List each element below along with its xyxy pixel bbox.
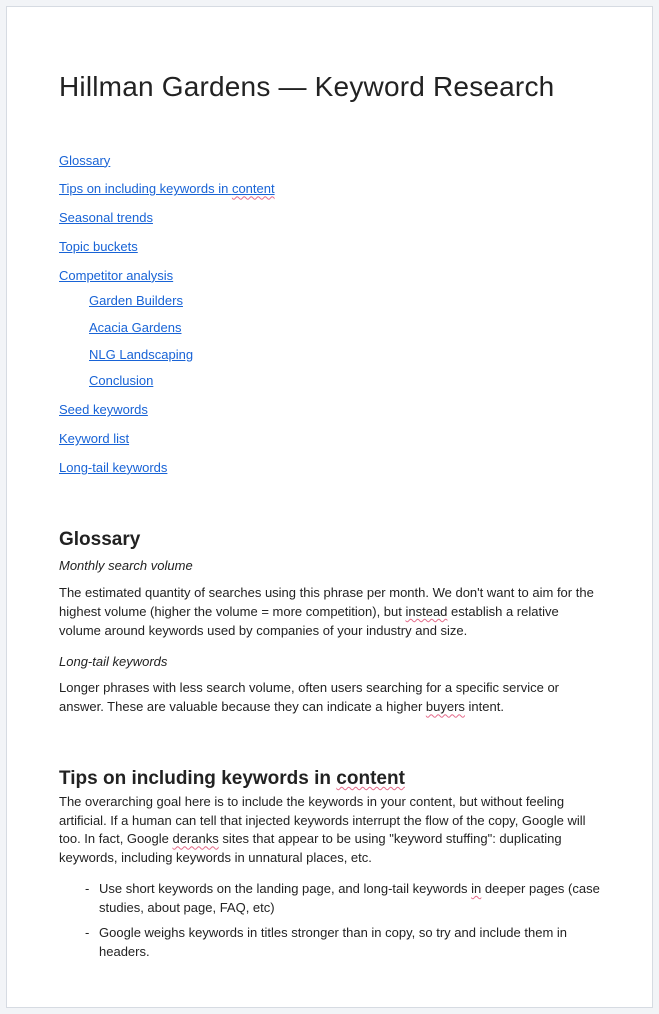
toc-item: Competitor analysis Garden Builders Acac… [59,267,600,391]
toc-link-garden-builders[interactable]: Garden Builders [89,293,183,308]
toc-item: Seed keywords [59,401,600,420]
toc-subitem: Garden Builders [89,292,600,311]
toc-link-acacia[interactable]: Acacia Gardens [89,320,182,335]
spellcheck-word: deranks [172,831,218,846]
toc-link-text: Tips on including keywords in [59,181,232,196]
toc-subitem: Conclusion [89,372,600,391]
body-text: intent. [465,699,504,714]
tips-bullet-list: Use short keywords on the landing page, … [85,880,600,961]
toc-link-competitor[interactable]: Competitor analysis [59,268,173,283]
toc-link-glossary[interactable]: Glossary [59,153,110,168]
spellcheck-word: content [336,768,405,789]
toc-link-conclusion[interactable]: Conclusion [89,373,153,388]
glossary-term-label: Long-tail keywords [59,653,600,672]
toc-link-nlg[interactable]: NLG Landscaping [89,347,193,362]
heading-text: Tips on including keywords in [59,768,336,789]
tips-body: The overarching goal here is to include … [59,793,600,868]
toc-link-topic-buckets[interactable]: Topic buckets [59,239,138,254]
document-page: Hillman Gardens — Keyword Research Gloss… [6,6,653,1008]
table-of-contents: Glossary Tips on including keywords in c… [59,152,600,478]
spellcheck-word: instead [405,604,447,619]
toc-link-keyword-list[interactable]: Keyword list [59,431,129,446]
toc-subitem: Acacia Gardens [89,319,600,338]
list-item: Use short keywords on the landing page, … [85,880,600,918]
toc-link-seed[interactable]: Seed keywords [59,402,148,417]
section-heading-tips: Tips on including keywords in content [59,765,600,793]
glossary-term-label: Monthly search volume [59,557,600,576]
list-item: Google weighs keywords in titles stronge… [85,924,600,962]
page-title: Hillman Gardens — Keyword Research [59,67,600,108]
toc-item: Keyword list [59,430,600,449]
section-heading-glossary: Glossary [59,526,600,554]
toc-link-tips[interactable]: Tips on including keywords in content [59,181,275,196]
glossary-term-body: Longer phrases with less search volume, … [59,679,600,717]
toc-subitem: NLG Landscaping [89,346,600,365]
spellcheck-word: in [471,881,481,896]
body-text: Use short keywords on the landing page, … [99,881,471,896]
spellcheck-word: content [232,181,275,196]
toc-link-long-tail[interactable]: Long-tail keywords [59,460,167,475]
document-viewport: Hillman Gardens — Keyword Research Gloss… [0,0,659,1014]
spellcheck-word: buyers [426,699,465,714]
toc-item: Topic buckets [59,238,600,257]
toc-sublist: Garden Builders Acacia Gardens NLG Lands… [89,292,600,391]
toc-link-seasonal[interactable]: Seasonal trends [59,210,153,225]
toc-item: Glossary [59,152,600,171]
glossary-term-body: The estimated quantity of searches using… [59,584,600,641]
toc-item: Long-tail keywords [59,459,600,478]
toc-item: Tips on including keywords in content [59,180,600,199]
toc-item: Seasonal trends [59,209,600,228]
